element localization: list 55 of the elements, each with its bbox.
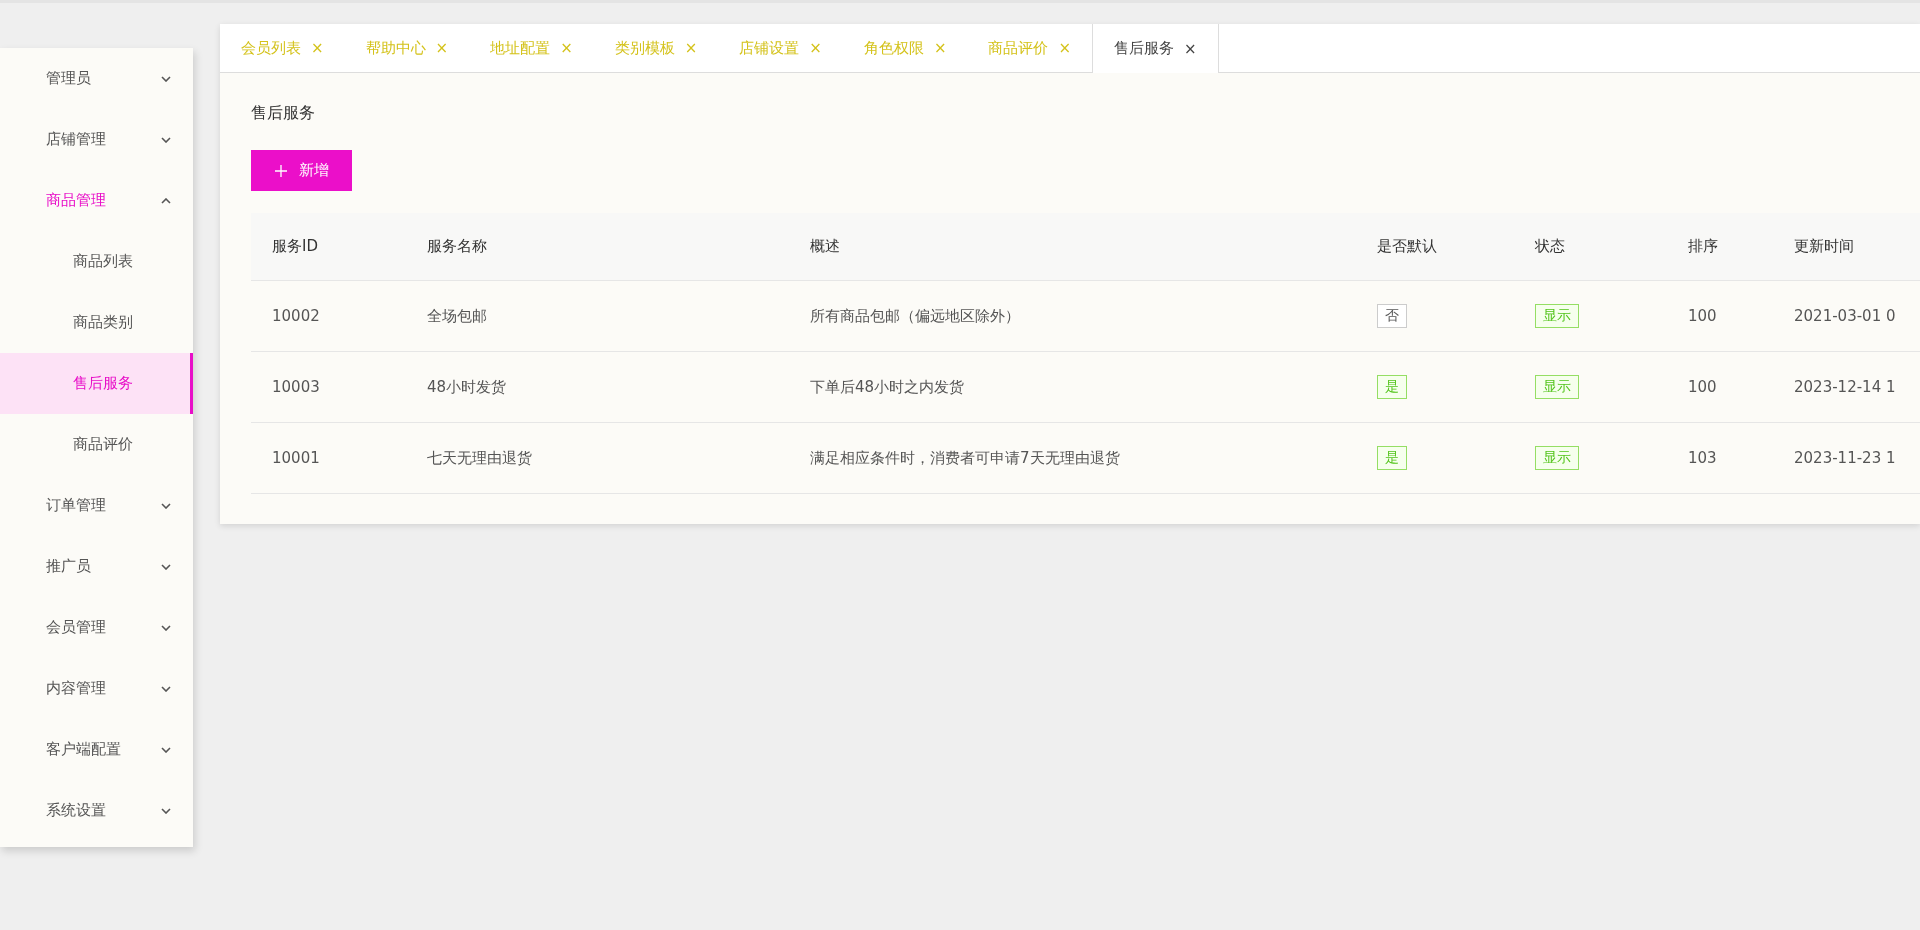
- add-button[interactable]: 新增: [251, 150, 352, 191]
- default-tag: 是: [1377, 375, 1407, 399]
- submenu-item[interactable]: 商品列表: [0, 231, 193, 292]
- plus-icon: [274, 164, 287, 177]
- tab[interactable]: 售后服务 ×: [1092, 24, 1219, 73]
- table-cell: 103: [1688, 449, 1717, 467]
- menu-item[interactable]: 管理员: [0, 48, 193, 109]
- table-cell: 满足相应条件时，消费者可申请7天无理由退货: [810, 448, 1120, 467]
- chevron-icon: [161, 197, 171, 204]
- chevron-icon: [161, 502, 171, 509]
- submenu-item[interactable]: 售后服务: [0, 353, 193, 414]
- table-cell: 2023-11-23 1: [1794, 449, 1896, 467]
- default-tag: 是: [1377, 446, 1407, 470]
- default-tag: 否: [1377, 304, 1407, 328]
- status-tag: 显示: [1535, 304, 1579, 328]
- menu-item[interactable]: 商品管理: [0, 170, 193, 231]
- menu-item[interactable]: 内容管理: [0, 658, 193, 719]
- status-tag: 显示: [1535, 446, 1579, 470]
- table-cell: 10002: [272, 307, 320, 325]
- chevron-icon: [161, 746, 171, 753]
- submenu-item[interactable]: 商品评价: [0, 414, 193, 475]
- table-cell: 10001: [272, 449, 320, 467]
- menu-item[interactable]: 店铺管理: [0, 109, 193, 170]
- table-cell: 2023-12-14 1: [1794, 378, 1896, 396]
- submenu-item[interactable]: 商品类别: [0, 292, 193, 353]
- table-cell: 48小时发货: [427, 377, 507, 396]
- column-header: 是否默认: [1377, 237, 1437, 255]
- table-cell: 100: [1688, 307, 1717, 325]
- table-cell: 所有商品包邮（偏远地区除外）: [810, 306, 1020, 325]
- chevron-icon: [161, 807, 171, 814]
- column-header: 服务名称: [427, 237, 487, 255]
- table-cell: 2021-03-01 0: [1794, 307, 1896, 325]
- menu-item[interactable]: 会员管理: [0, 597, 193, 658]
- table-cell: 10003: [272, 378, 320, 396]
- column-header: 状态: [1535, 237, 1565, 255]
- column-header: 更新时间: [1794, 237, 1854, 255]
- table-cell: 七天无理由退货: [427, 448, 532, 467]
- chevron-icon: [161, 685, 171, 692]
- page-title: 售后服务: [251, 103, 316, 124]
- menu-item[interactable]: 客户端配置: [0, 719, 193, 780]
- table-cell: 全场包邮: [427, 306, 487, 325]
- chevron-icon: [161, 136, 171, 143]
- table-cell: 下单后48小时之内发货: [810, 377, 965, 396]
- chevron-icon: [161, 563, 171, 570]
- table-cell: 100: [1688, 378, 1717, 396]
- menu-item[interactable]: 订单管理: [0, 475, 193, 536]
- close-icon[interactable]: ×: [1184, 39, 1197, 58]
- column-header: 排序: [1688, 237, 1718, 255]
- chevron-icon: [161, 624, 171, 631]
- status-tag: 显示: [1535, 375, 1579, 399]
- menu-item[interactable]: 系统设置: [0, 780, 193, 841]
- column-header: 概述: [810, 237, 840, 255]
- chevron-icon: [161, 75, 171, 82]
- menu-item[interactable]: 推广员: [0, 536, 193, 597]
- column-header: 服务ID: [272, 237, 318, 255]
